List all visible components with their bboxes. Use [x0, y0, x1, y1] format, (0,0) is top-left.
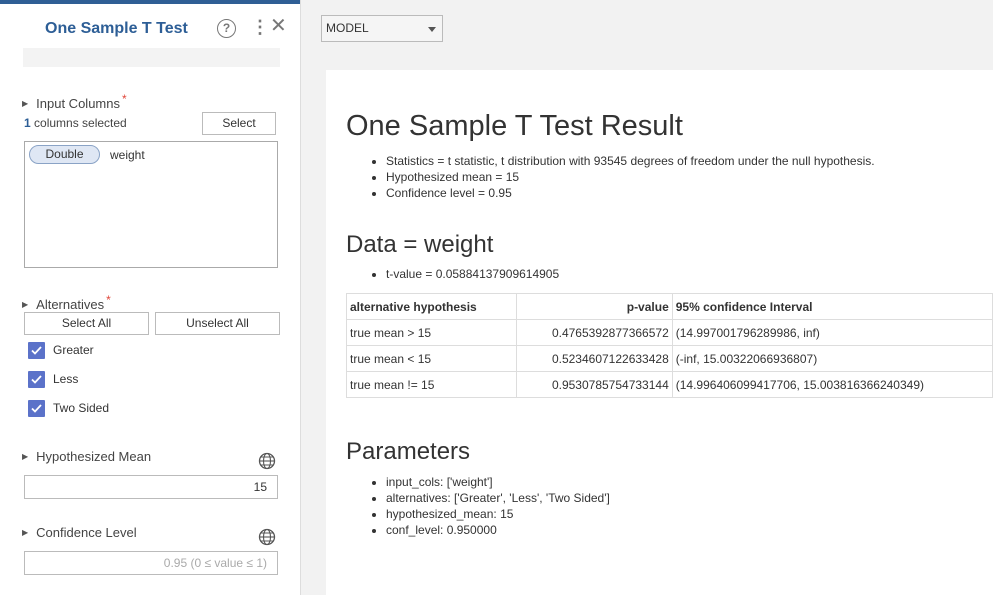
chevron-down-icon: [428, 27, 436, 32]
more-options-icon[interactable]: ⋮: [251, 18, 269, 36]
list-item: Hypothesized mean = 15: [386, 169, 875, 185]
parameters-list: input_cols: ['weight'] alternatives: ['G…: [386, 474, 610, 538]
parameters-heading: Parameters: [346, 438, 471, 465]
section-label: Alternatives: [36, 297, 105, 312]
table-row: true mean > 15 0.4765392877366572 (14.99…: [346, 319, 993, 346]
panel-title: One Sample T Test: [45, 20, 188, 37]
description-box: [23, 48, 280, 67]
table-cell: 0.9530785754733144: [515, 371, 673, 398]
table-cell: (14.996406099417706, 15.003816366240349): [671, 371, 993, 398]
section-alternatives[interactable]: ▶ Alternatives *: [22, 293, 111, 312]
list-item: alternatives: ['Greater', 'Less', 'Two S…: [386, 490, 610, 506]
globe-icon[interactable]: [258, 528, 276, 546]
count-value: 1: [24, 116, 31, 130]
list-item: t-value = 0.05884137909614905: [386, 266, 559, 282]
section-input-columns[interactable]: ▶ Input Columns *: [22, 92, 127, 111]
columns-selected-count: 1 columns selected: [24, 116, 127, 130]
section-confidence-level[interactable]: ▶ Confidence Level: [22, 525, 137, 540]
table-header-row: alternative hypothesis p-value 95% confi…: [346, 293, 993, 320]
count-text: columns selected: [30, 116, 127, 130]
t-value-list: t-value = 0.05884137909614905: [386, 266, 559, 282]
checkbox-checked-icon[interactable]: [28, 371, 45, 388]
checkbox-checked-icon[interactable]: [28, 342, 45, 359]
section-label: Hypothesized Mean: [36, 449, 152, 464]
panel-header: One Sample T Test ? ⋮ ✕: [0, 4, 301, 50]
expand-arrow-icon: ▶: [22, 452, 29, 461]
table-header: 95% confidence Interval: [671, 293, 993, 320]
table-cell: (-inf, 15.00322066936807): [671, 345, 993, 372]
summary-list: Statistics = t statistic, t distribution…: [386, 153, 875, 201]
column-name: weight: [110, 148, 145, 162]
table-cell: (14.997001796289986, inf): [671, 319, 993, 346]
selected-columns-list: Double weight: [24, 141, 278, 268]
table-cell: 0.4765392877366572: [515, 319, 673, 346]
close-icon[interactable]: ✕: [270, 16, 287, 36]
expand-arrow-icon: ▶: [22, 528, 29, 537]
checkbox-label: Greater: [53, 343, 94, 357]
table-row: true mean != 15 0.9530785754733144 (14.9…: [346, 371, 993, 398]
section-label: Confidence Level: [36, 525, 137, 540]
left-panel: One Sample T Test ? ⋮ ✕ ▶ Input Columns * …: [0, 0, 301, 595]
select-all-button[interactable]: Select All: [24, 312, 149, 335]
expand-arrow-icon: ▶: [22, 99, 29, 108]
list-item: hypothesized_mean: 15: [386, 506, 610, 522]
expand-arrow-icon: ▶: [22, 300, 29, 309]
table-cell: 0.5234607122633428: [515, 345, 673, 372]
unselect-all-button[interactable]: Unselect All: [155, 312, 280, 335]
table-header: alternative hypothesis: [346, 293, 517, 320]
list-item: Statistics = t statistic, t distribution…: [386, 153, 875, 169]
result-card: One Sample T Test Result Statistics = t …: [326, 70, 993, 595]
list-item: input_cols: ['weight']: [386, 474, 610, 490]
checkbox-checked-icon[interactable]: [28, 400, 45, 417]
checkbox-label: Two Sided: [53, 401, 110, 415]
required-mark: *: [121, 92, 127, 106]
model-select[interactable]: MODEL: [321, 15, 443, 42]
result-title: One Sample T Test Result: [346, 110, 683, 142]
data-heading: Data = weight: [346, 231, 494, 258]
list-item: Confidence level = 0.95: [386, 185, 875, 201]
checkbox-label: Less: [53, 372, 79, 386]
model-select-value: MODEL: [326, 21, 369, 35]
confidence-level-input[interactable]: 0.95 (0 ≤ value ≤ 1): [24, 551, 278, 575]
globe-icon[interactable]: [258, 452, 276, 470]
section-label: Input Columns: [36, 96, 120, 111]
results-table: alternative hypothesis p-value 95% confi…: [346, 293, 993, 398]
table-cell: true mean < 15: [346, 345, 517, 372]
select-columns-button[interactable]: Select: [202, 112, 276, 135]
table-cell: true mean > 15: [346, 319, 517, 346]
help-icon[interactable]: ?: [217, 19, 236, 38]
column-type-badge: Double: [29, 145, 100, 164]
table-row: true mean < 15 0.5234607122633428 (-inf,…: [346, 345, 993, 372]
table-header: p-value: [515, 293, 673, 320]
required-mark: *: [106, 293, 111, 307]
hypothesized-mean-input[interactable]: 15: [24, 475, 278, 499]
list-item: conf_level: 0.950000: [386, 522, 610, 538]
section-hypothesized-mean[interactable]: ▶ Hypothesized Mean: [22, 449, 151, 464]
table-cell: true mean != 15: [346, 371, 517, 398]
